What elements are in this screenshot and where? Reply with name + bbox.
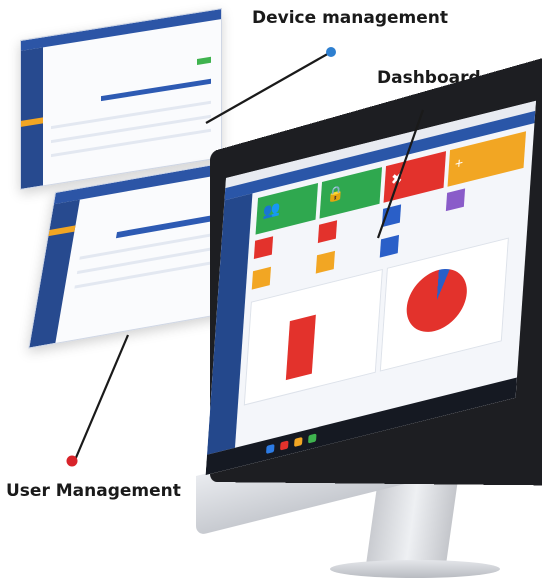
callout-lines: [66, 47, 425, 467]
device-pointer-dot: [326, 47, 336, 57]
device-pointer-line: [205, 51, 332, 124]
dashboard-pointer-line: [376, 109, 425, 239]
user-pointer-dot: [66, 455, 78, 467]
user-pointer-line: [73, 334, 130, 461]
